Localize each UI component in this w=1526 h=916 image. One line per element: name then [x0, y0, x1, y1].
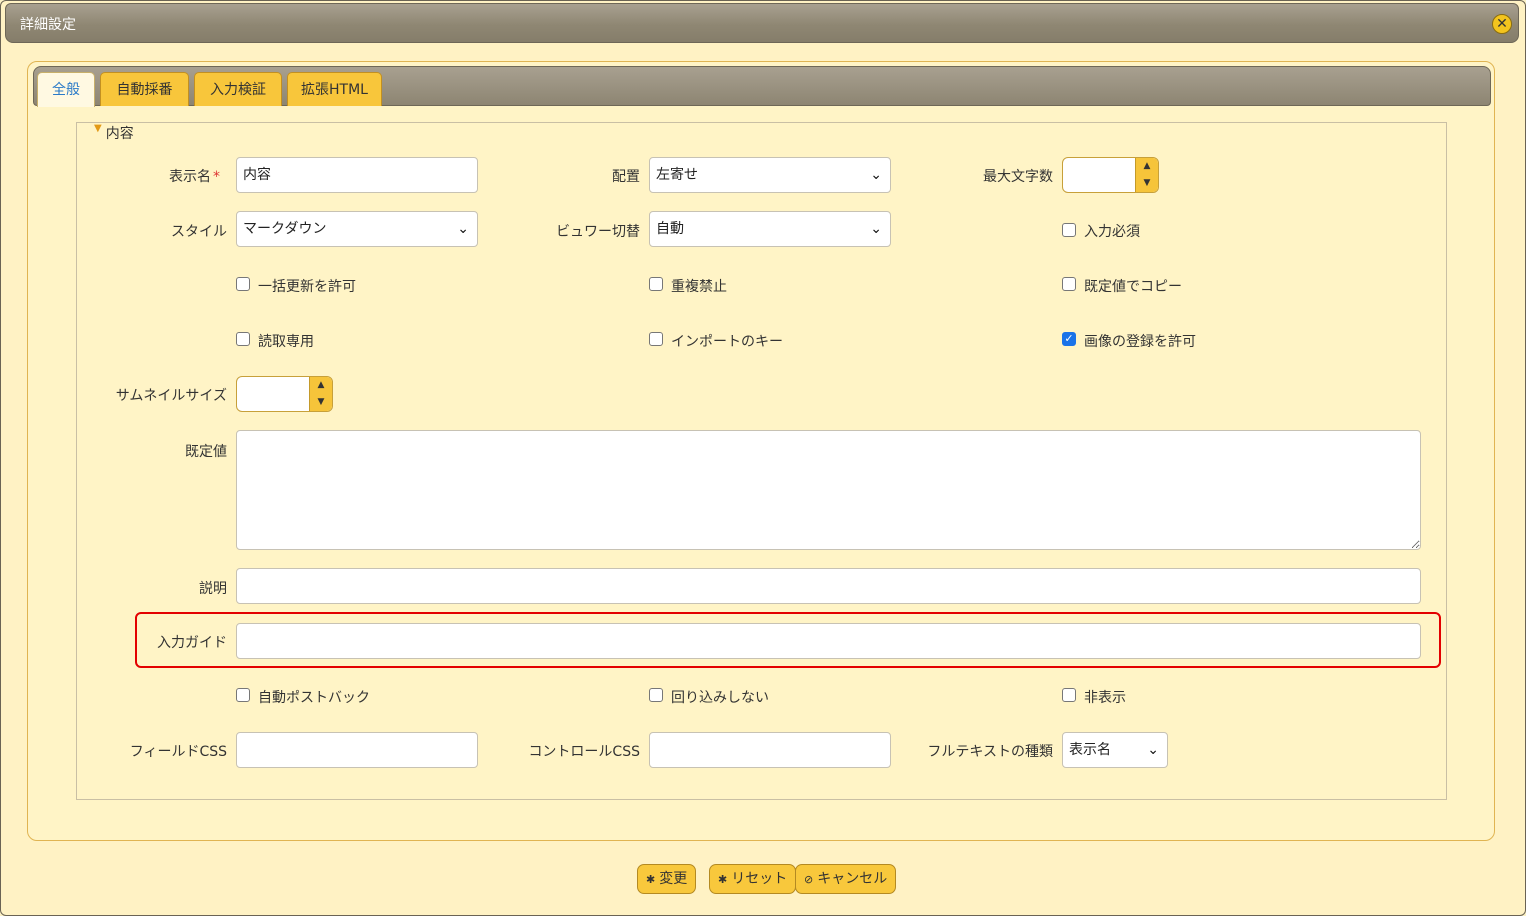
required-mark: *	[213, 169, 220, 185]
max-chars-label: 最大文字数	[983, 169, 1053, 185]
dialog-title: 詳細設定	[20, 17, 76, 33]
dialog-titlebar[interactable]: 詳細設定 ✕	[5, 3, 1519, 43]
fulltext-type-label: フルテキストの種類	[927, 744, 1053, 760]
display-name-label-text: 表示名	[169, 169, 211, 185]
required-checkbox-label: 入力必須	[1084, 224, 1140, 240]
no-duplicates-checkbox[interactable]	[649, 277, 663, 291]
hidden-label: 非表示	[1084, 690, 1126, 706]
tab-general[interactable]: 全般	[37, 72, 95, 107]
allow-image-checkbox[interactable]: ✓	[1062, 332, 1076, 346]
default-value-textarea[interactable]	[236, 430, 1421, 550]
display-name-input[interactable]: 内容	[236, 157, 478, 193]
import-key-checkbox[interactable]	[649, 332, 663, 346]
field-css-label: フィールドCSS	[129, 744, 227, 760]
cancel-icon: ⊘	[804, 873, 814, 886]
field-css-input[interactable]	[236, 732, 478, 768]
required-checkbox[interactable]	[1062, 223, 1076, 237]
close-icon[interactable]: ✕	[1492, 14, 1512, 34]
thumbnail-size-spinner[interactable]: ▲ ▼	[236, 376, 333, 412]
change-button[interactable]: ✱ 変更	[637, 864, 697, 894]
gear-icon: ✱	[646, 873, 656, 886]
viewer-switch-select-value: 自動	[656, 221, 684, 237]
cancel-button[interactable]: ⊘ キャンセル	[795, 864, 897, 894]
spinner-up-icon[interactable]: ▲	[1136, 158, 1158, 175]
spinner-down-icon[interactable]: ▼	[1136, 175, 1158, 192]
tab-extended-html[interactable]: 拡張HTML	[287, 72, 382, 106]
tab-auto-numbering[interactable]: 自動採番	[100, 72, 189, 106]
hidden-checkbox[interactable]	[1062, 688, 1076, 702]
no-duplicates-label: 重複禁止	[671, 279, 727, 295]
auto-postback-checkbox[interactable]	[236, 688, 250, 702]
max-chars-spinner[interactable]: ▲ ▼	[1062, 157, 1159, 193]
spinner-buttons[interactable]: ▲ ▼	[309, 377, 332, 411]
reset-button-label: リセット	[731, 871, 788, 887]
display-name-label: 表示名 *	[100, 166, 220, 186]
collapse-triangle-icon[interactable]: ▼	[94, 123, 102, 134]
copy-default-label: 既定値でコピー	[1084, 279, 1182, 295]
reset-button[interactable]: ✱ リセット	[709, 864, 797, 894]
spinner-buttons[interactable]: ▲ ▼	[1135, 158, 1158, 192]
input-guide-label: 入力ガイド	[157, 635, 227, 651]
section-legend-label: 内容	[105, 126, 134, 142]
allow-bulk-update-label: 一括更新を許可	[258, 279, 356, 295]
read-only-checkbox[interactable]	[236, 332, 250, 346]
viewer-switch-label: ビュワー切替	[556, 224, 640, 240]
placement-select-value: 左寄せ	[656, 167, 698, 183]
copy-default-checkbox[interactable]	[1062, 277, 1076, 291]
style-select[interactable]: マークダウン ⌄	[236, 211, 478, 247]
spinner-down-icon[interactable]: ▼	[310, 394, 332, 411]
description-label: 説明	[199, 581, 227, 597]
allow-bulk-update-checkbox[interactable]	[236, 277, 250, 291]
thumbnail-size-label: サムネイルサイズ	[115, 388, 227, 404]
control-css-label: コントロールCSS	[528, 744, 640, 760]
chevron-down-icon: ⌄	[870, 221, 882, 237]
allow-image-label: 画像の登録を許可	[1084, 334, 1196, 350]
input-guide-input[interactable]	[236, 623, 1421, 659]
auto-postback-label: 自動ポストバック	[258, 690, 370, 706]
placement-select[interactable]: 左寄せ ⌄	[649, 157, 891, 193]
gear-icon: ✱	[718, 873, 728, 886]
control-css-input[interactable]	[649, 732, 891, 768]
section-legend[interactable]: ▼ 内容	[90, 123, 138, 143]
change-button-label: 変更	[659, 871, 688, 887]
chevron-down-icon: ⌄	[870, 167, 882, 183]
import-key-label: インポートのキー	[671, 334, 783, 350]
tab-input-validation[interactable]: 入力検証	[194, 72, 282, 106]
fulltext-type-select[interactable]: 表示名 ⌄	[1062, 732, 1168, 768]
viewer-switch-select[interactable]: 自動 ⌄	[649, 211, 891, 247]
description-input[interactable]	[236, 568, 1421, 604]
no-wrap-label: 回り込みしない	[671, 690, 769, 706]
cancel-button-label: キャンセル	[817, 871, 888, 887]
read-only-label: 読取専用	[258, 334, 314, 350]
default-value-label: 既定値	[185, 444, 227, 460]
fulltext-type-select-value: 表示名	[1069, 742, 1111, 758]
style-label: スタイル	[171, 224, 227, 240]
spinner-up-icon[interactable]: ▲	[310, 377, 332, 394]
chevron-down-icon: ⌄	[1147, 742, 1159, 758]
no-wrap-checkbox[interactable]	[649, 688, 663, 702]
chevron-down-icon: ⌄	[457, 221, 469, 237]
placement-label: 配置	[612, 169, 640, 185]
style-select-value: マークダウン	[243, 221, 327, 237]
